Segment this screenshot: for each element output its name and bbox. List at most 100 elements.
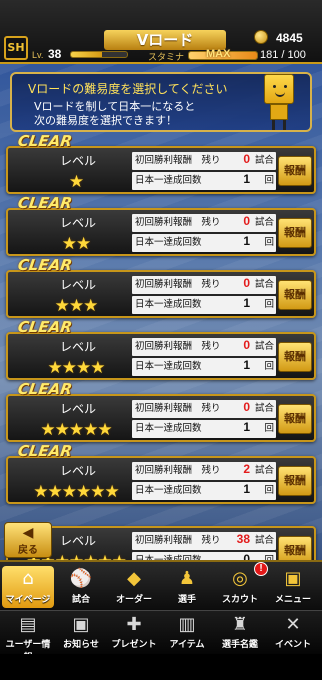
nav-label: 選手 — [177, 595, 196, 605]
championship-count: 1 — [243, 358, 250, 372]
back-button-label: 戻る — [18, 545, 38, 556]
nav-baseball[interactable]: ⚾ 試合 — [55, 566, 107, 608]
row-info: 初回勝利報酬 残り 0 試合 日本一達成回数 1 回 — [132, 336, 276, 378]
difficulty-stars-icon: ★★★★★ — [40, 420, 112, 440]
coin-icon — [254, 30, 268, 44]
clear-badge: CLEAR — [16, 132, 74, 150]
first-win-reward-line: 初回勝利報酬 残り 2 試合 — [132, 462, 276, 480]
subnav-bat-ball[interactable]: ✕ イベント — [267, 613, 319, 653]
remaining-games-count: 2 — [243, 462, 250, 476]
championship-count: 1 — [243, 296, 250, 310]
reward-button[interactable]: 報酬 — [278, 342, 312, 372]
subnav-gift[interactable]: ✚ プレゼント — [108, 613, 160, 653]
main-nav-bar: ⌂ マイページ ⚾ 試合 ◆ オーダー ♟ 選手 ◎ スカウト! ▣ メニュー — [0, 560, 322, 610]
notice-line-1: Vロードを制して日本一になると — [34, 100, 196, 113]
stamina-max-tag: MAX — [206, 48, 231, 60]
games-unit: 試合 — [254, 465, 274, 476]
row-info: 初回勝利報酬 残り 0 試合 日本一達成回数 1 回 — [132, 274, 276, 316]
nav-label: アイテム — [169, 640, 205, 650]
first-win-reward-label: 初回勝利報酬 残り — [135, 341, 221, 352]
championship-count-label: 日本一達成回数 — [135, 175, 202, 186]
difficulty-stars-icon: ★★★★★★ — [33, 482, 119, 502]
games-unit: 試合 — [254, 217, 274, 228]
games-unit: 試合 — [254, 535, 274, 546]
first-win-reward-line: 初回勝利報酬 残り 0 試合 — [132, 400, 276, 418]
nav-scout[interactable]: ◎ スカウト! — [214, 562, 268, 608]
first-win-reward-line: 初回勝利報酬 残り 38 試合 — [132, 532, 276, 550]
exp-bar — [70, 51, 128, 58]
remaining-games-count: 0 — [243, 338, 250, 352]
remaining-games-count: 0 — [243, 276, 250, 290]
championship-count-label: 日本一達成回数 — [135, 361, 202, 372]
batter-icon: ♟ — [178, 568, 196, 589]
difficulty-panel[interactable]: レベル ★★★★★★ 初回勝利報酬 残り 2 試合 日本一達成回数 1 回 報酬 — [6, 456, 316, 504]
notification-badge: ! — [254, 562, 268, 576]
clear-badge: CLEAR — [16, 318, 74, 336]
coin-count: 4845 — [276, 31, 303, 45]
difficulty-stars-icon: ★★★★ — [47, 358, 106, 378]
difficulty-row[interactable]: レベル ★★★ 初回勝利報酬 残り 0 試合 日本一達成回数 1 回 報酬 CL… — [6, 256, 316, 318]
reward-button[interactable]: 報酬 — [278, 466, 312, 496]
bat-ball-icon: ✕ — [285, 614, 301, 635]
back-button[interactable]: ◀ 戻る — [4, 522, 52, 558]
first-win-reward-label: 初回勝利報酬 残り — [135, 279, 221, 290]
row-info: 初回勝利報酬 残り 0 試合 日本一達成回数 1 回 — [132, 150, 276, 192]
team-logo[interactable]: SH — [4, 36, 28, 60]
notice-body: Vロードを制して日本一になると 次の難易度を選択できます！ — [34, 100, 254, 128]
difficulty-panel[interactable]: レベル ★★★★★ 初回勝利報酬 残り 0 試合 日本一達成回数 1 回 報酬 — [6, 394, 316, 442]
difficulty-panel[interactable]: レベル ★★★ 初回勝利報酬 残り 0 試合 日本一達成回数 1 回 報酬 — [6, 270, 316, 318]
championship-count-label: 日本一達成回数 — [135, 237, 202, 248]
difficulty-row[interactable]: レベル ★★★★ 初回勝利報酬 残り 0 試合 日本一達成回数 1 回 報酬 C… — [6, 318, 316, 380]
level-label: レベル — [60, 216, 97, 230]
clear-badge: CLEAR — [16, 442, 74, 460]
games-unit: 試合 — [254, 403, 274, 414]
nav-mascot[interactable]: ▣ メニュー — [267, 566, 319, 608]
nav-home[interactable]: ⌂ マイページ — [2, 566, 54, 608]
remaining-games-count: 0 — [243, 214, 250, 228]
subnav-player-book[interactable]: ♜ 選手名鑑 — [214, 613, 266, 653]
subnav-mascot[interactable]: ▣ お知らせ — [55, 613, 107, 653]
subnav-item-box[interactable]: ▥ アイテム — [161, 613, 213, 653]
championship-count-label: 日本一達成回数 — [135, 485, 202, 496]
nav-label: お知らせ — [63, 640, 99, 650]
subnav-user-card[interactable]: ▤ ユーザー情報 — [2, 613, 54, 663]
times-unit: 回 — [264, 237, 274, 248]
clear-badge: CLEAR — [16, 380, 74, 398]
difficulty-row[interactable]: レベル ★★★★★★ 初回勝利報酬 残り 2 試合 日本一達成回数 1 回 報酬 — [6, 442, 316, 504]
page-title: Vロード — [104, 30, 226, 50]
level-value: 38 — [48, 47, 62, 61]
difficulty-row[interactable]: レベル ★★ 初回勝利報酬 残り 0 試合 日本一達成回数 1 回 報酬 CLE… — [6, 194, 316, 256]
nav-label: マイページ — [5, 595, 51, 605]
championship-count-line: 日本一達成回数 1 回 — [132, 420, 276, 438]
row-info: 初回勝利報酬 残り 0 試合 日本一達成回数 1 回 — [132, 212, 276, 254]
difficulty-row[interactable]: レベル ★★★★★ 初回勝利報酬 残り 0 試合 日本一達成回数 1 回 報酬 — [6, 380, 316, 442]
championship-count-line: 日本一達成回数 1 回 — [132, 172, 276, 190]
difficulty-stars-icon: ★ — [68, 172, 84, 192]
nav-label: 試合 — [71, 595, 90, 605]
sub-nav-bar: ▤ ユーザー情報▣ お知らせ✚ プレゼント▥ アイテム♜ 選手名鑑✕ イベント — [0, 610, 322, 663]
reward-button[interactable]: 報酬 — [278, 280, 312, 310]
difficulty-panel[interactable]: レベル ★★ 初回勝利報酬 残り 0 試合 日本一達成回数 1 回 報酬 — [6, 208, 316, 256]
clear-badge: CLEAR — [16, 194, 74, 212]
reward-button[interactable]: 報酬 — [278, 218, 312, 248]
times-unit: 回 — [264, 175, 274, 186]
first-win-reward-line: 初回勝利報酬 残り 0 試合 — [132, 152, 276, 170]
difficulty-panel[interactable]: レベル ★★★★ 初回勝利報酬 残り 0 試合 日本一達成回数 1 回 報酬 — [6, 332, 316, 380]
stamina-label: スタミナ — [148, 52, 185, 62]
remaining-games-count: 0 — [243, 152, 250, 166]
difficulty-row[interactable]: レベル ★ 初回勝利報酬 残り 0 試合 日本一達成回数 1 回 報酬 CLEA… — [6, 132, 316, 194]
notice-title: Vロードの難易度を選択してください — [28, 82, 228, 96]
nav-batter[interactable]: ♟ 選手 — [161, 566, 213, 608]
level-label: レベル — [60, 278, 97, 292]
championship-count: 1 — [243, 172, 250, 186]
nav-label: スカウト — [221, 595, 258, 605]
first-win-reward-line: 初回勝利報酬 残り 0 試合 — [132, 338, 276, 356]
level-label: レベル — [60, 340, 97, 354]
difficulty-panel[interactable]: レベル ★ 初回勝利報酬 残り 0 試合 日本一達成回数 1 回 報酬 — [6, 146, 316, 194]
first-win-reward-line: 初回勝利報酬 残り 0 試合 — [132, 276, 276, 294]
reward-button[interactable]: 報酬 — [278, 404, 312, 434]
reward-button[interactable]: 報酬 — [278, 156, 312, 186]
games-unit: 試合 — [254, 279, 274, 290]
player-book-icon: ♜ — [231, 614, 249, 635]
nav-field[interactable]: ◆ オーダー — [108, 566, 160, 608]
